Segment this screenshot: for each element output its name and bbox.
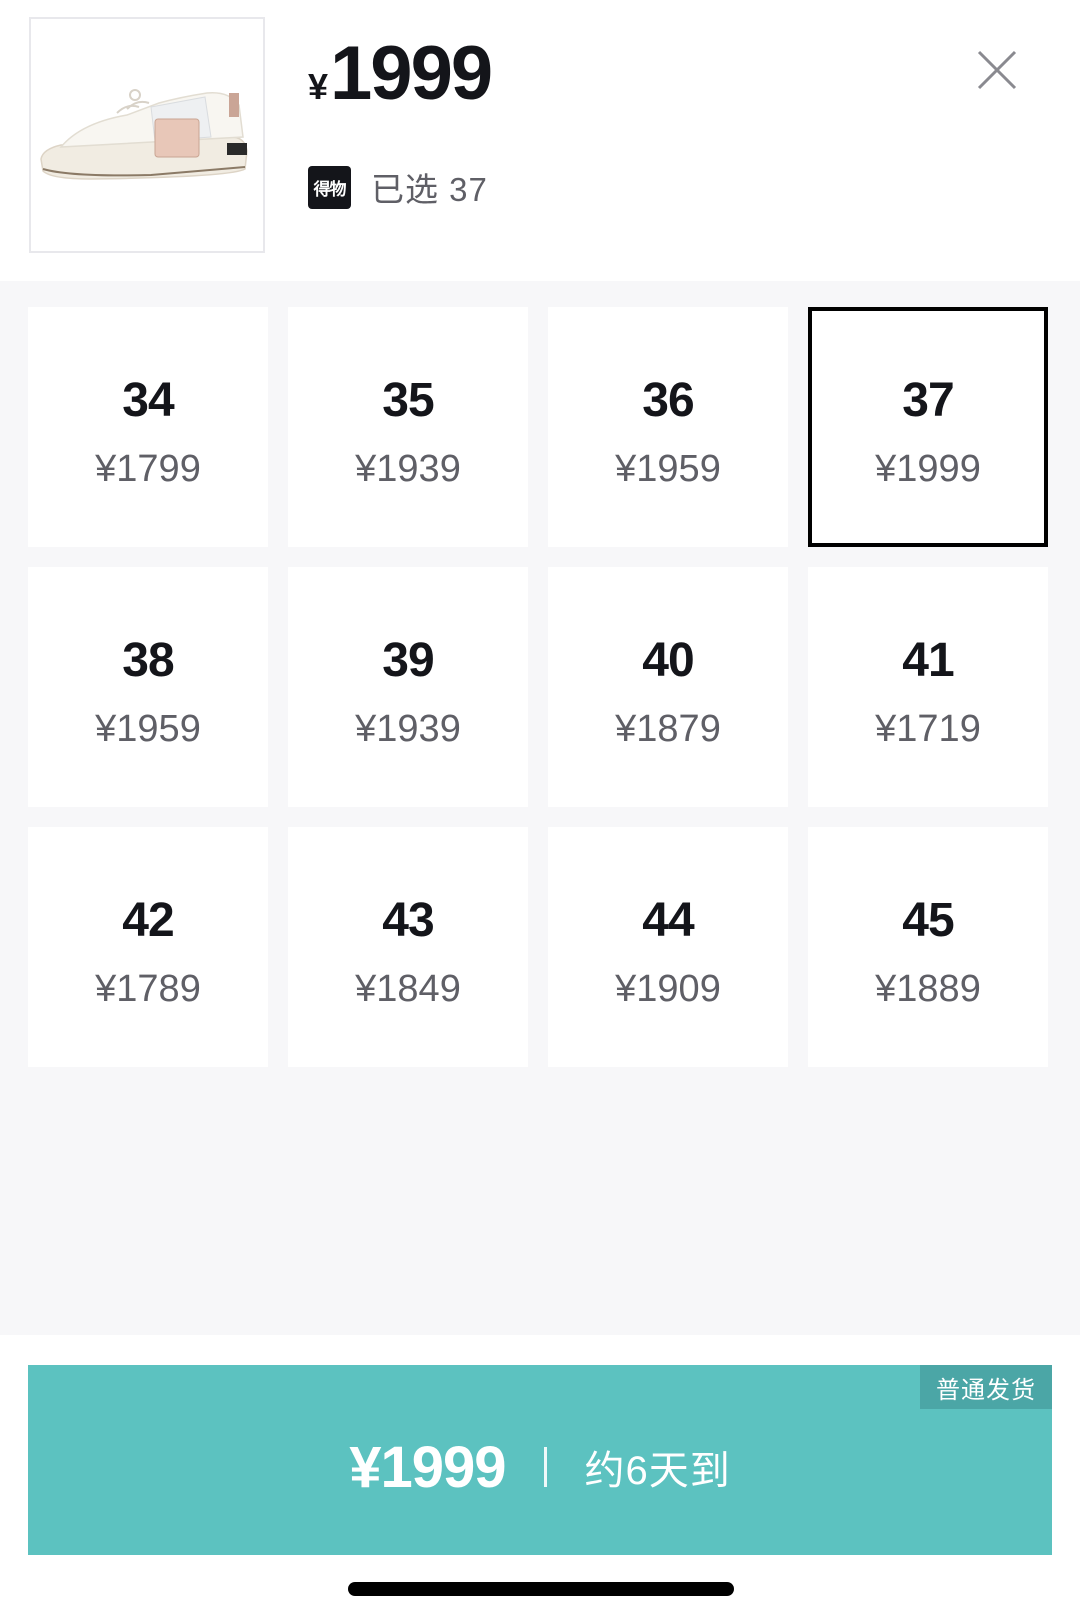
selection-summary: 得物 已选 37 <box>308 163 488 211</box>
size-option-44[interactable]: 44 ¥1909 <box>548 827 788 1067</box>
size-option-40[interactable]: 40 ¥1879 <box>548 567 788 807</box>
size-number: 39 <box>382 634 434 687</box>
product-thumbnail[interactable] <box>29 17 265 253</box>
selected-size-label: 已选 37 <box>371 171 488 208</box>
size-number: 38 <box>122 634 174 687</box>
size-option-34[interactable]: 34 ¥1799 <box>28 307 268 547</box>
size-number: 43 <box>382 894 434 947</box>
size-option-41[interactable]: 41 ¥1719 <box>808 567 1048 807</box>
buy-button-content: ¥1999 约6天到 <box>28 1427 1052 1507</box>
size-price: ¥1999 <box>875 448 981 490</box>
size-price: ¥1789 <box>95 968 201 1010</box>
size-option-43[interactable]: 43 ¥1849 <box>288 827 528 1067</box>
size-grid: 34 ¥1799 35 ¥1939 36 ¥1959 37 ¥1999 38 ¥1959 39 ¥19… <box>0 281 1080 1335</box>
size-price: ¥1959 <box>95 708 201 750</box>
size-price: ¥1889 <box>875 968 981 1010</box>
size-number: 42 <box>122 894 174 947</box>
close-icon <box>977 50 1017 90</box>
size-option-35[interactable]: 35 ¥1939 <box>288 307 528 547</box>
price-value: 1999 <box>330 31 493 116</box>
close-button[interactable] <box>975 48 1019 92</box>
size-number: 35 <box>382 374 434 427</box>
size-option-39[interactable]: 39 ¥1939 <box>288 567 528 807</box>
brand-logo-icon: 得物 <box>308 165 351 209</box>
size-option-37[interactable]: 37 ¥1999 <box>808 307 1048 547</box>
current-price: ¥1999 <box>308 30 493 117</box>
size-number: 36 <box>642 374 694 427</box>
home-indicator[interactable] <box>348 1582 734 1596</box>
currency-symbol: ¥ <box>308 66 329 107</box>
size-number: 37 <box>902 374 954 427</box>
size-price: ¥1959 <box>615 448 721 490</box>
size-price: ¥1719 <box>875 708 981 750</box>
delivery-eta: 约6天到 <box>584 1449 731 1493</box>
shipping-tag: 普通发货 <box>920 1365 1052 1409</box>
size-option-38[interactable]: 38 ¥1959 <box>28 567 268 807</box>
size-number: 44 <box>642 894 694 947</box>
size-option-45[interactable]: 45 ¥1889 <box>808 827 1048 1067</box>
size-price: ¥1849 <box>355 968 461 1010</box>
size-number: 40 <box>642 634 694 687</box>
divider <box>543 1447 547 1487</box>
size-price: ¥1879 <box>615 708 721 750</box>
size-price: ¥1939 <box>355 708 461 750</box>
size-price: ¥1939 <box>355 448 461 490</box>
size-option-36[interactable]: 36 ¥1959 <box>548 307 788 547</box>
size-number: 45 <box>902 894 954 947</box>
size-price: ¥1909 <box>615 968 721 1010</box>
sneaker-image <box>31 19 263 251</box>
size-number: 34 <box>122 374 174 427</box>
size-price: ¥1799 <box>95 448 201 490</box>
buy-button[interactable]: 普通发货 ¥1999 约6天到 <box>28 1365 1052 1555</box>
size-number: 41 <box>902 634 954 687</box>
size-option-42[interactable]: 42 ¥1789 <box>28 827 268 1067</box>
size-picker-sheet: ¥1999 得物 已选 37 34 ¥1799 35 ¥1939 36 ¥1959 37 ¥1… <box>0 0 1080 1617</box>
buy-price: ¥1999 <box>349 1434 506 1500</box>
product-header: ¥1999 得物 已选 37 <box>0 0 1080 281</box>
